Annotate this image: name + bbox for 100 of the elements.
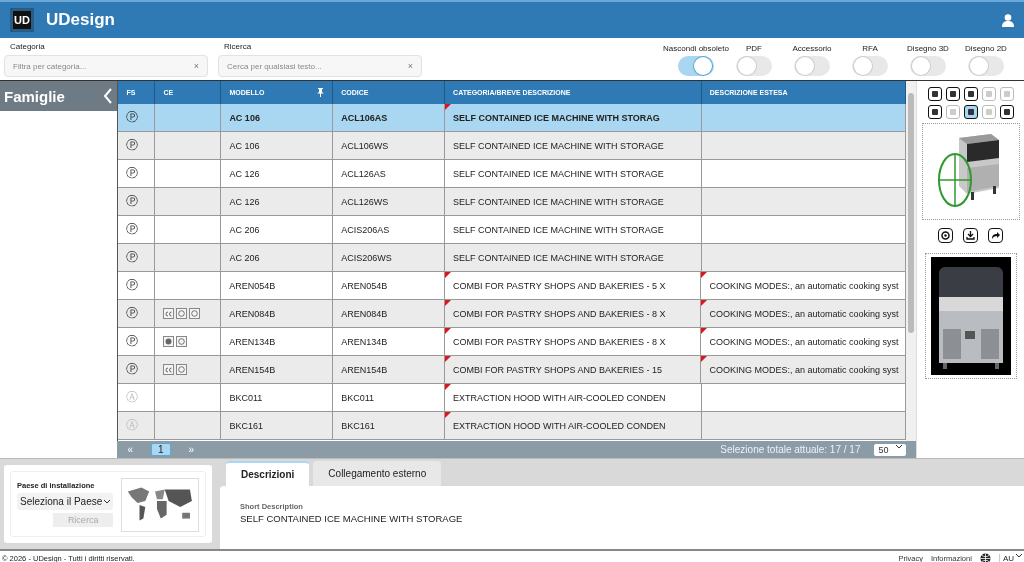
toggle-label: Accessorio [792,44,832,53]
toggle-label: PDF [746,44,762,53]
globe-icon[interactable] [979,553,991,562]
table-row[interactable]: Ⓟ AC 106 ACL106AS SELF CONTAINED ICE MACHINE WITH STORAG [118,104,907,132]
clear-icon[interactable]: × [193,61,199,71]
table-cell: AC 106 [229,140,260,151]
table-cell: ACL106WS [341,140,389,151]
table-cell: ACL126WS [341,196,389,207]
table-row[interactable]: Ⓟ AC 206 ACIS206AS SELF CONTAINED ICE MACHINE WITH STORAGE [118,216,907,244]
table-cell: SELF CONTAINED ICE MACHINE WITH STORAGE [453,224,664,235]
sidebar-title: Famiglie [4,87,65,105]
table-cell: EXTRACTION HOOD WITH AIR-COOLED CONDEN [453,420,666,431]
field-label: Categoria [10,42,46,51]
table-cell: AREN154B [229,364,276,375]
table-cell: BKC011 [229,392,263,403]
logo: UD [10,8,34,32]
tab[interactable]: Collegamento esterno [313,461,442,486]
detail-value: SELF CONTAINED ICE MACHINE WITH STORAGE [240,513,464,524]
table-cell: AC 126 [229,168,260,179]
table-row[interactable]: Ⓐ BKC011 BKC011 EXTRACTION HOOD WITH AIR-COOLED CONDEN [118,384,907,412]
user-icon[interactable] [1002,13,1014,27]
table-cell: COMBI FOR PASTRY SHOPS AND BAKERIES - 8 X [452,336,666,347]
view-button[interactable] [945,87,960,101]
table-cell: BKC161 [341,420,375,431]
filter-field[interactable]: Filtra per categoria... × [4,55,208,77]
view-button[interactable] [927,87,942,101]
status-symbol: Ⓟ [126,333,139,350]
tab[interactable]: Descrizioni [226,461,310,486]
status-symbol: Ⓟ [126,277,139,294]
pin-icon[interactable] [317,88,325,97]
status-symbol: Ⓟ [126,361,139,378]
table-cell: AREN154B [341,364,388,375]
app-title: UDesign [46,10,115,30]
country-select[interactable]: Seleziona il Paese [17,493,114,510]
table-cell: AREN084B [229,308,276,319]
status-symbol: Ⓟ [126,165,139,182]
table-row[interactable]: Ⓟ AC 206 ACIS206WS SELF CONTAINED ICE MACHINE WITH STORAGE [118,244,907,272]
status-symbol: Ⓐ [126,417,139,434]
table-row[interactable]: Ⓟ AC 126 ACL126WS SELF CONTAINED ICE MACHINE WITH STORAGE [118,188,907,216]
toggle-switch[interactable] [910,56,946,76]
table-row[interactable]: Ⓐ BKC161 BKC161 EXTRACTION HOOD WITH AIR-COOLED CONDEN [118,412,907,440]
table-row[interactable]: Ⓟ AREN134B AREN134B COMBI FOR PASTRY SHOPS AND BAKERIES - 8 X COOKING MODES:, an automatic cooking syst [118,328,907,356]
table-row[interactable]: Ⓟ AREN054B AREN054B COMBI FOR PASTRY SHOPS AND BAKERIES - 5 X COOKING MODES:, an automatic cooking syst [118,272,907,300]
view-button[interactable] [963,87,978,101]
table-cell: ACL126AS [341,168,386,179]
toggle-switch[interactable] [852,56,888,76]
table-cell: AC 106 [229,112,260,123]
caret-icon [896,444,903,449]
toggle-switch[interactable] [968,56,1004,76]
selection-total: Selezione totale attuale: 17 / 17 [720,444,861,455]
view-button[interactable] [999,105,1014,119]
view-button[interactable] [963,105,978,119]
language-select[interactable]: AU [998,554,1022,562]
status-symbol: Ⓟ [126,221,139,238]
table-row[interactable]: Ⓟ AC 106 ACL106WS SELF CONTAINED ICE MACHINE WITH STORAGE [118,132,907,160]
table-cell: COMBI FOR PASTRY SHOPS AND BAKERIES - 5 X [452,280,666,291]
table-cell: AC 206 [229,224,260,235]
table-cell: COOKING MODES:, an automatic cooking syst [709,308,899,319]
table-cell: SELF CONTAINED ICE MACHINE WITH STORAG [453,112,660,123]
share-icon[interactable] [988,228,1004,243]
table-cell: AREN054B [341,280,388,291]
toggle-label: Disegno 2D [965,44,1007,53]
caret-icon [1016,554,1022,558]
clear-icon[interactable]: × [407,61,413,71]
toggle-label: Disegno 3D [907,44,949,53]
toggle-label: RFA [862,44,878,53]
table-cell: SELF CONTAINED ICE MACHINE WITH STORAGE [453,140,664,151]
page-button[interactable]: 1 [151,443,171,456]
table-row[interactable]: Ⓟ AREN084B AREN084B COMBI FOR PASTRY SHOPS AND BAKERIES - 8 X COOKING MODES:, an automatic cooking syst [118,300,907,328]
view-icon[interactable] [938,228,954,243]
table-cell: SELF CONTAINED ICE MACHINE WITH STORAGE [453,168,664,179]
table-row[interactable]: Ⓟ AC 126 ACL126AS SELF CONTAINED ICE MACHINE WITH STORAGE [118,160,907,188]
table-cell: COOKING MODES:, an automatic cooking syst [709,364,899,375]
table-cell: ACL106AS [341,112,388,123]
caret-icon [104,499,111,504]
toggle-switch[interactable] [736,56,772,76]
table-cell: SELF CONTAINED ICE MACHINE WITH STORAGE [453,196,664,207]
table-row[interactable]: Ⓟ AREN154B AREN154B COMBI FOR PASTRY SHOPS AND BAKERIES - 15 COOKING MODES:, an automatic cooking syst [118,356,907,384]
view-button[interactable] [927,105,942,119]
status-symbol: Ⓐ [126,389,139,406]
toggle-switch[interactable] [794,56,830,76]
status-symbol: Ⓟ [126,109,139,126]
table-cell: ACIS206AS [341,224,390,235]
table-cell: AREN054B [229,280,276,291]
table-cell: ACIS206WS [341,252,392,263]
table-cell: AREN084B [341,308,388,319]
download-icon[interactable] [963,228,979,243]
table-cell: COOKING MODES:, an automatic cooking syst [709,280,899,291]
scrollbar[interactable] [906,81,917,441]
filter-field[interactable]: Cerca per qualsiasi testo... × [218,55,422,77]
toggle-switch[interactable] [678,56,714,76]
status-symbol: Ⓟ [126,137,139,154]
table-cell: EXTRACTION HOOD WITH AIR-COOLED CONDEN [453,392,666,403]
field-label: Ricerca [224,42,253,51]
table-cell: AREN134B [341,336,388,347]
table-cell: BKC011 [341,392,375,403]
chevron-left-icon[interactable] [103,88,114,104]
page-size-select[interactable]: 50 [874,443,907,456]
status-symbol: Ⓟ [126,305,139,322]
table-cell: AC 206 [229,252,260,263]
